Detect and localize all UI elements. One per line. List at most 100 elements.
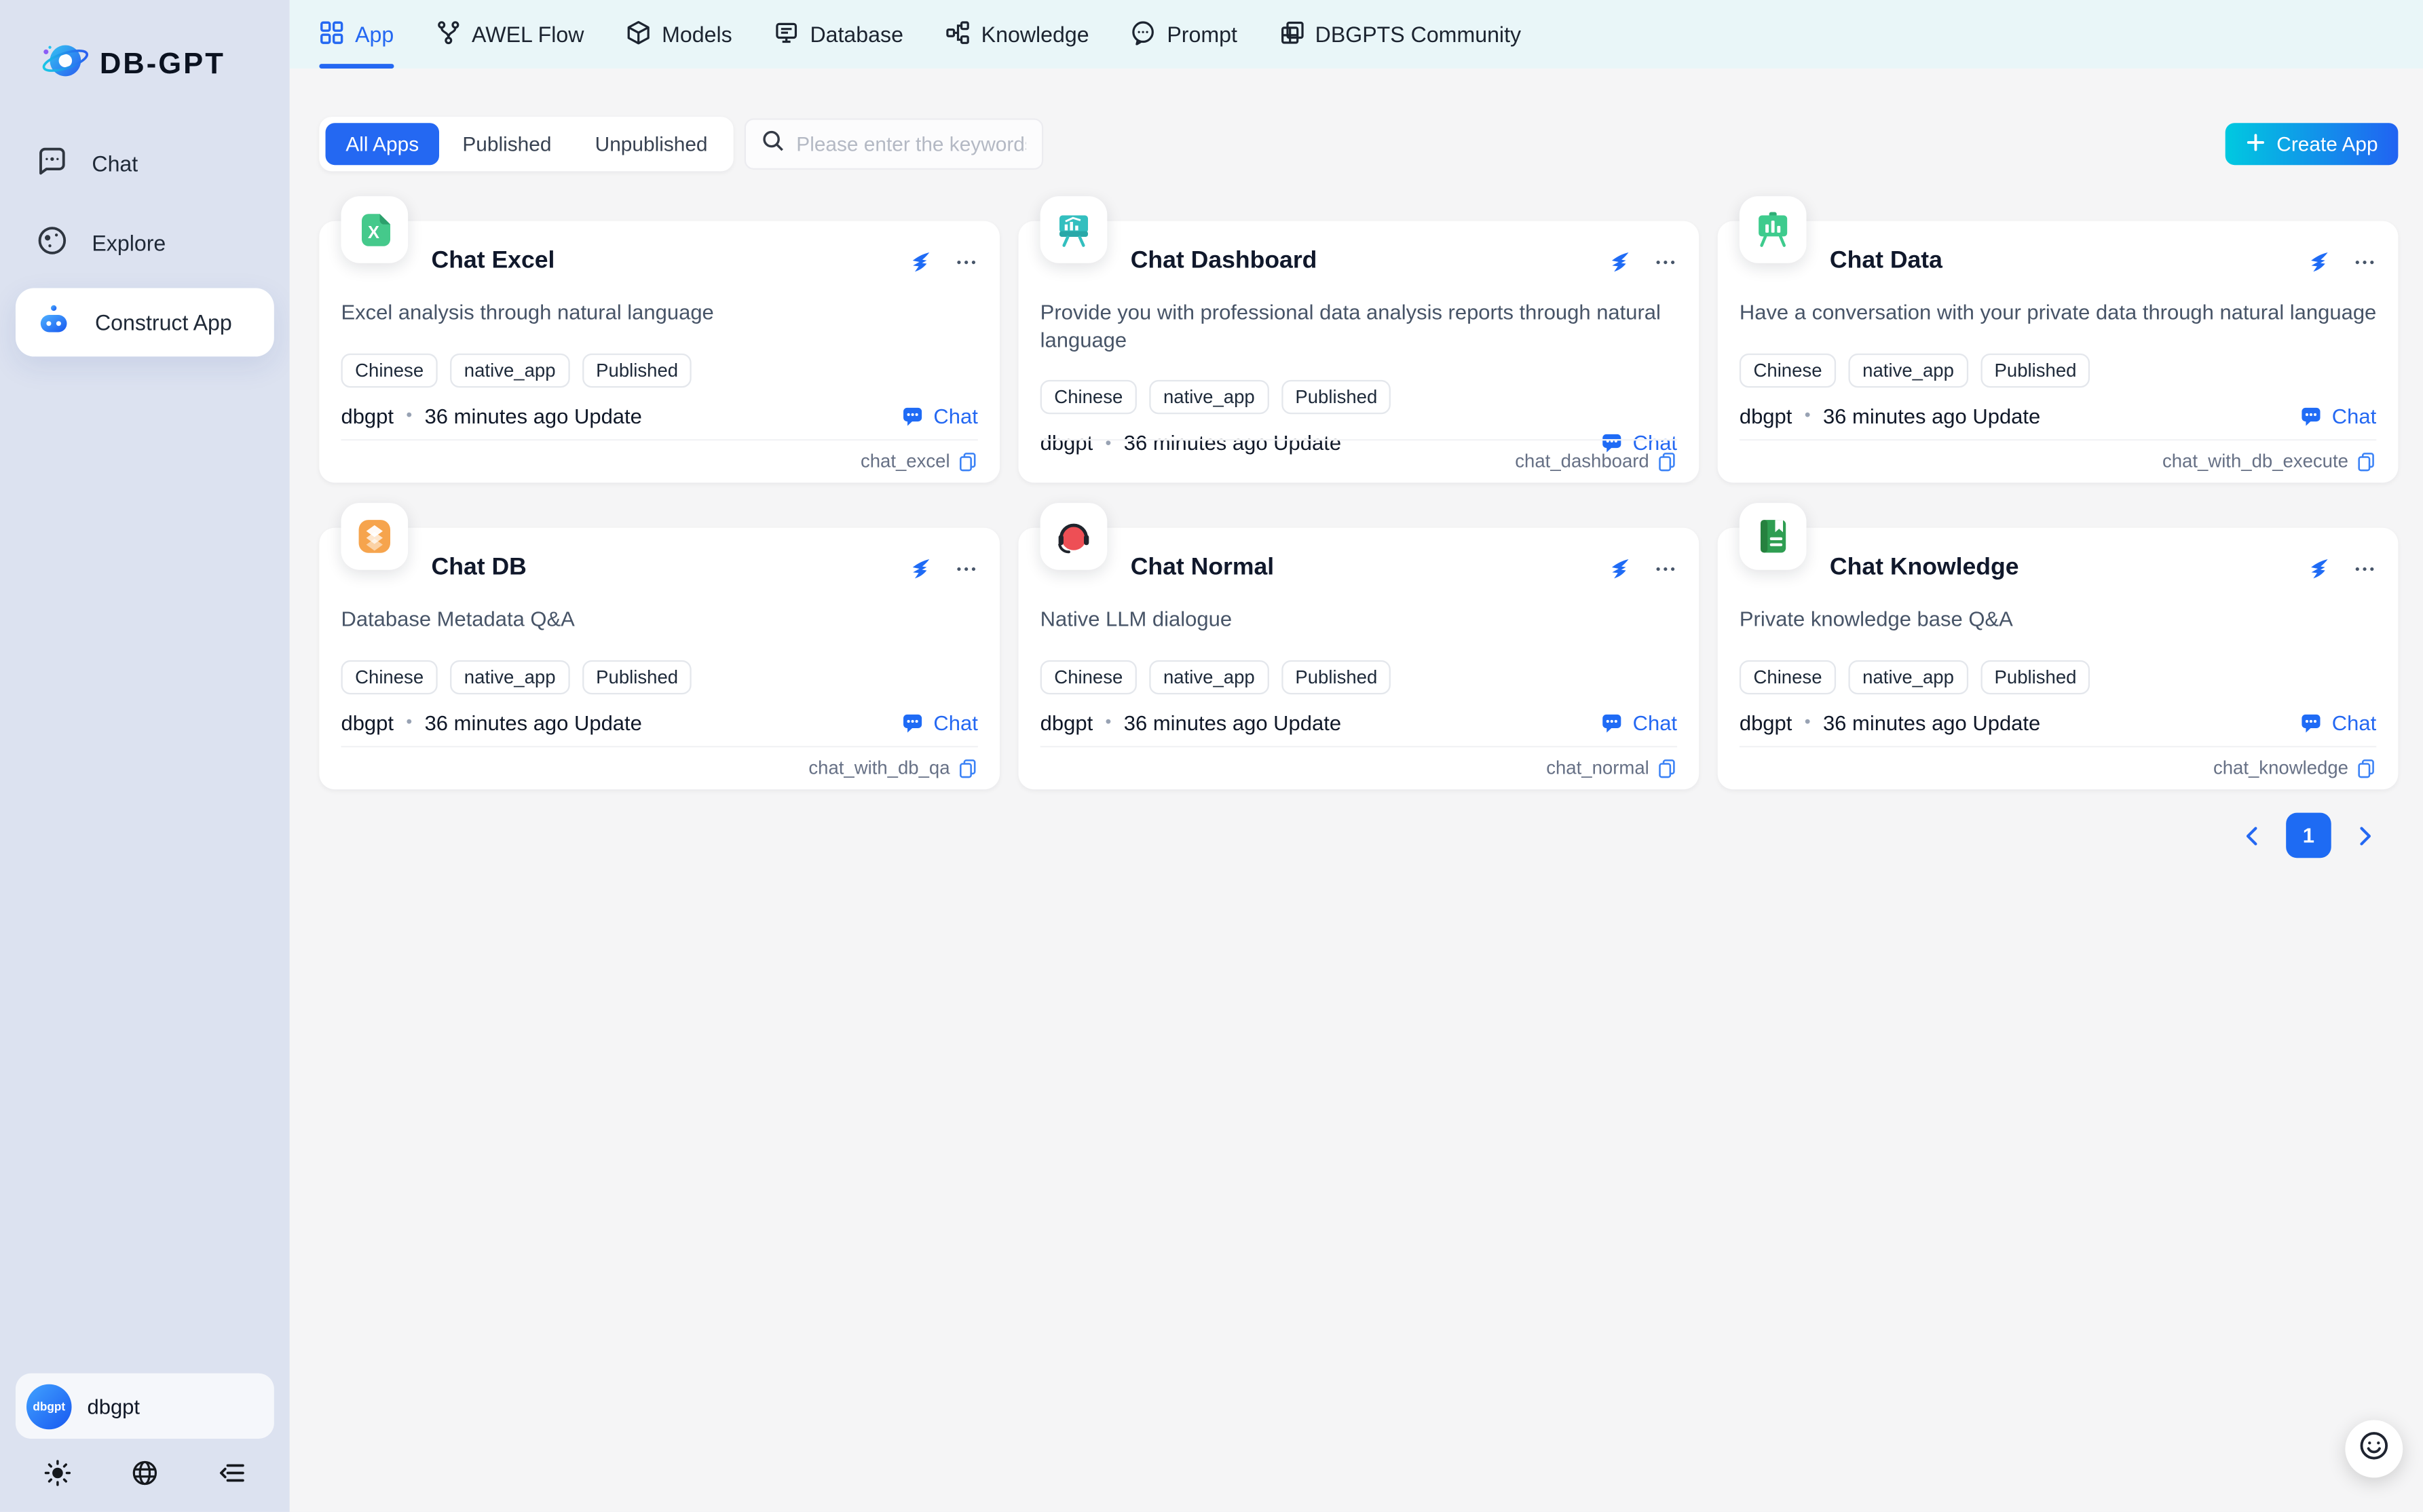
app-icon-tile (1740, 196, 1807, 263)
prev-page-button[interactable] (2241, 823, 2266, 848)
app-tag: Published (1281, 660, 1391, 694)
more-menu-button[interactable] (2353, 556, 2376, 580)
chat-button[interactable]: Chat (2301, 711, 2376, 734)
copy-code-button[interactable] (2356, 451, 2376, 471)
app-card: Chat Dashboard Provide you with professi… (1019, 221, 1699, 483)
app-tag: native_app (1149, 660, 1269, 694)
bird-share-icon[interactable] (908, 556, 931, 580)
app-code-name: chat_with_db_qa (808, 757, 950, 778)
app-updated-time: 36 minutes ago Update (1124, 432, 1341, 455)
flow-branch-icon (436, 20, 461, 50)
planet-icon (36, 224, 69, 261)
filter-tab-all-apps[interactable]: All Apps (326, 123, 439, 165)
page-number-1[interactable]: 1 (2286, 813, 2331, 858)
app-code-name: chat_excel (861, 450, 950, 472)
tab-models[interactable]: Models (626, 0, 732, 69)
bird-share-icon[interactable] (1607, 556, 1630, 580)
app-card-tags: Chinesenative_appPublished (1019, 354, 1699, 414)
app-owner: dbgpt (341, 711, 394, 734)
tab-label: Knowledge (981, 22, 1089, 47)
app-updated-time: 36 minutes ago Update (425, 711, 642, 734)
user-profile[interactable]: dbgpt dbgpt (16, 1374, 274, 1439)
more-menu-button[interactable] (1654, 250, 1677, 273)
app-tag: Chinese (1040, 660, 1137, 694)
collapse-sidebar-button[interactable] (218, 1459, 246, 1487)
bird-share-icon[interactable] (2306, 250, 2329, 273)
chat-button[interactable]: Chat (1602, 711, 1677, 734)
app-tag: native_app (1149, 380, 1269, 414)
language-globe-button[interactable] (131, 1459, 159, 1487)
app-card-title: Chat Excel (432, 248, 555, 276)
chat-button[interactable]: Chat (903, 404, 978, 428)
sidebar-item-construct-app[interactable]: Construct App (16, 288, 274, 356)
logo-wordmark: DB-GPT (100, 48, 225, 81)
user-name: dbgpt (87, 1395, 140, 1418)
tab-label: Models (662, 22, 732, 47)
tab-knowledge[interactable]: Knowledge (945, 0, 1089, 69)
meta-separator: • (1805, 713, 1811, 732)
sidebar-nav: Chat Explore (0, 129, 290, 356)
robot-icon (36, 302, 72, 343)
app-code-name: chat_with_db_execute (2162, 450, 2348, 472)
meta-separator: • (1106, 713, 1112, 732)
copy-code-button[interactable] (958, 451, 978, 471)
chat-button-label: Chat (933, 711, 977, 734)
theme-toggle-button[interactable] (43, 1459, 71, 1487)
filter-tab-unpublished[interactable]: Unpublished (575, 123, 728, 165)
meta-separator: • (1106, 434, 1112, 453)
pagination: 1 (319, 813, 2398, 858)
more-menu-button[interactable] (1654, 556, 1677, 580)
app-owner: dbgpt (341, 404, 394, 428)
app-card-title: Chat Knowledge (1830, 554, 2019, 582)
app-card-description: Database Metadata Q&A (319, 582, 1000, 633)
tab-dbgpts-community[interactable]: DBGPTS Community (1279, 0, 1521, 69)
app-updated-time: 36 minutes ago Update (1823, 711, 2040, 734)
copy-code-button[interactable] (1657, 757, 1677, 778)
bird-share-icon[interactable] (908, 250, 931, 273)
copy-code-button[interactable] (958, 757, 978, 778)
app-card-tags: Chinesenative_appPublished (319, 633, 1000, 694)
create-app-button[interactable]: Create App (2225, 123, 2399, 165)
tab-label: Database (810, 22, 903, 47)
sidebar: DB-GPT Chat (0, 0, 290, 1512)
tab-database[interactable]: Database (774, 0, 903, 69)
sidebar-item-label: Chat (92, 151, 138, 176)
feedback-smiley-button[interactable] (2345, 1420, 2403, 1477)
filter-tab-published[interactable]: Published (443, 123, 572, 165)
app-owner: dbgpt (1040, 432, 1093, 455)
copy-code-button[interactable] (1657, 451, 1677, 471)
app-updated-time: 36 minutes ago Update (425, 404, 642, 428)
next-page-button[interactable] (2352, 823, 2377, 848)
app-card-tags: Chinesenative_appPublished (319, 326, 1000, 387)
app-owner: dbgpt (1040, 711, 1093, 734)
app-card: Chat Knowledge Private knowledge base Q&… (1718, 528, 2399, 789)
app-tag: Chinese (1740, 353, 1836, 387)
tab-awel-flow[interactable]: AWEL Flow (436, 0, 584, 69)
app-card-title: Chat DB (432, 554, 527, 582)
more-menu-button[interactable] (2353, 250, 2376, 273)
bird-share-icon[interactable] (1607, 250, 1630, 273)
plus-icon (2245, 132, 2266, 157)
app-icon-tile (341, 503, 408, 570)
app-card-description: Have a conversation with your private da… (1718, 276, 2399, 326)
chat-button-label: Chat (1633, 711, 1677, 734)
app-logo: DB-GPT (0, 0, 290, 90)
tab-prompt[interactable]: Prompt (1131, 0, 1237, 69)
tab-app[interactable]: App (319, 0, 394, 69)
more-menu-button[interactable] (954, 250, 977, 273)
chat-button[interactable]: Chat (903, 711, 978, 734)
search-input[interactable] (796, 132, 1027, 155)
knowledge-nodes-icon (945, 20, 971, 50)
app-card-title: Chat Dashboard (1131, 248, 1317, 276)
sidebar-item-chat[interactable]: Chat (16, 129, 274, 197)
tab-label: DBGPTS Community (1315, 22, 1521, 47)
sidebar-item-explore[interactable]: Explore (16, 208, 274, 277)
more-menu-button[interactable] (954, 556, 977, 580)
bird-share-icon[interactable] (2306, 556, 2329, 580)
chat-button-label: Chat (2332, 711, 2376, 734)
chat-button[interactable]: Chat (2301, 404, 2376, 428)
planet-logo-icon (41, 39, 90, 90)
app-tag: native_app (450, 353, 569, 387)
app-icon-tile (1040, 503, 1108, 570)
copy-code-button[interactable] (2356, 757, 2376, 778)
